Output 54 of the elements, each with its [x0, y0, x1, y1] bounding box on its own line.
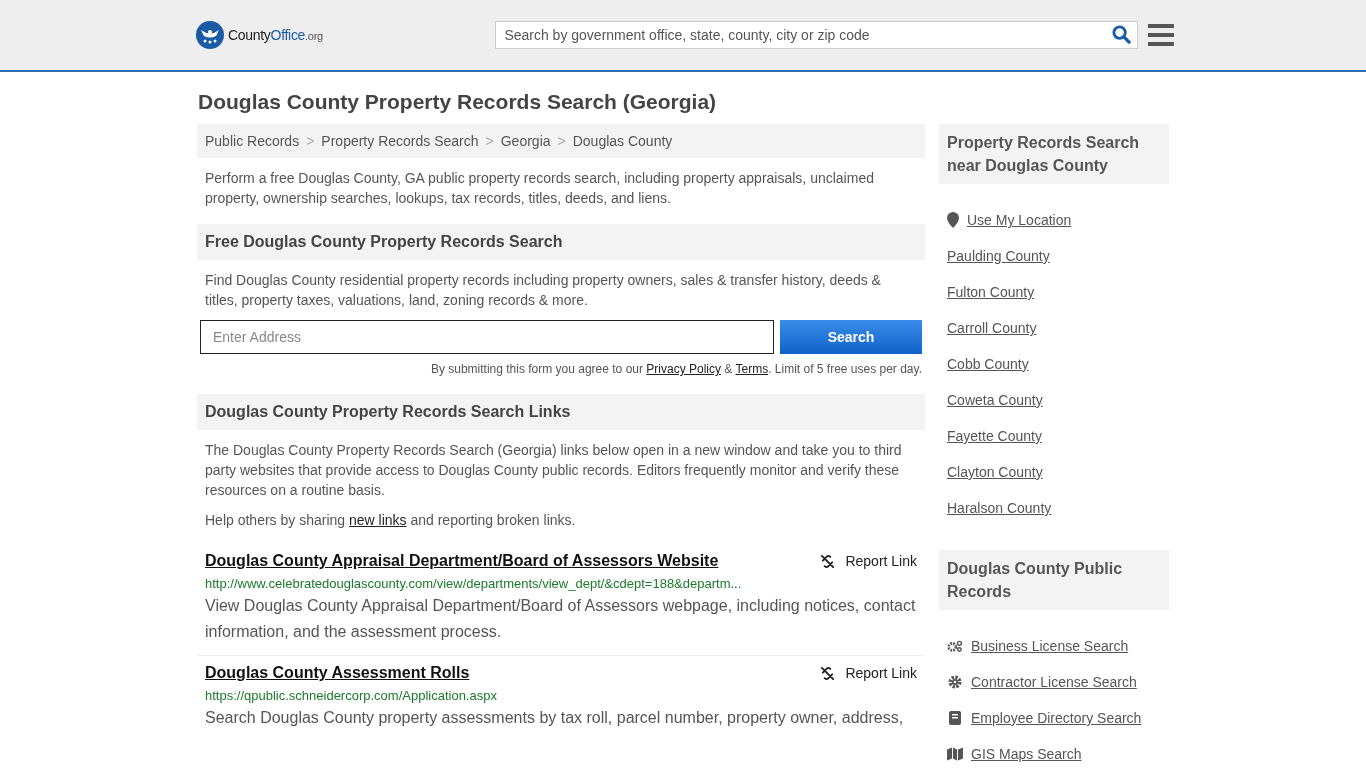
section-heading: Douglas County Property Records Search Links	[197, 394, 925, 430]
county-link[interactable]: Fayette County	[947, 428, 1042, 444]
county-link[interactable]: Clayton County	[947, 464, 1043, 480]
map-icon	[947, 747, 963, 761]
book-icon	[947, 711, 963, 725]
records-link[interactable]: Employee Directory Search	[971, 710, 1142, 726]
county-link[interactable]: Fulton County	[947, 284, 1035, 300]
section-text: Find Douglas County residential property records including property owners, sales & transfer history, deeds & titles, property taxes, valuations, land, zoning records & more.	[205, 271, 882, 310]
resource-url: https://qpublic.schneidercorp.com/Application.aspx	[205, 688, 498, 703]
breadcrumb-link[interactable]: Georgia	[500, 133, 551, 149]
logo-wordmark[interactable]: CountyOffice.org	[228, 27, 323, 43]
records-link[interactable]: GIS Maps Search	[971, 746, 1082, 762]
county-link[interactable]: Haralson County	[947, 500, 1052, 516]
section-text: The Douglas County Property Records Search (Georgia) links below open in a new window and take you to third party websites that provide access to Douglas County public records. Editors frequently monitor and verify these resources on a routine basis.	[205, 441, 903, 500]
breadcrumb-link[interactable]: Property Records Search	[321, 133, 479, 149]
breadcrumb-separator: >	[485, 133, 494, 149]
resource-link[interactable]: Douglas County Appraisal Department/Board of Assessors Website	[205, 552, 719, 570]
report-link-button[interactable]: Report Link	[820, 553, 917, 569]
gears-icon	[947, 639, 963, 653]
broken-link-icon	[820, 553, 836, 569]
help-text: Help others by sharing new links and reporting broken links.	[205, 511, 577, 530]
breadcrumb-separator: >	[557, 133, 566, 149]
address-field[interactable]: Enter Address	[200, 320, 774, 354]
resource-description: Search Douglas County property assessments by tax roll, parcel number, property owner, address,	[205, 708, 905, 728]
section-heading: Free Douglas County Property Records Search	[197, 224, 925, 260]
terms-text: By submitting this form you agree to our Privacy Policy & Terms. Limit of 5 free uses per day.	[430, 362, 922, 376]
intro-text: Perform a free Douglas County, GA public property records search, including property appraisals, unclaimed property, ownership searches, lookups, tax records, titles, deeds, and liens.	[205, 169, 875, 208]
county-link[interactable]: Cobb County	[947, 356, 1029, 372]
menu-icon[interactable]	[1148, 24, 1174, 46]
search-button[interactable]: Search	[780, 320, 922, 354]
resource-url: http://www.celebratedouglascounty.com/view/departments/view_dept/&cdept=188&departm...	[205, 576, 743, 591]
site-search-field[interactable]: Search by government office, state, county, city or zip code	[495, 21, 1139, 49]
records-link[interactable]: Contractor License Search	[971, 674, 1137, 690]
report-link-button[interactable]: Report Link	[820, 665, 917, 681]
broken-link-icon	[820, 665, 836, 681]
county-link[interactable]: Paulding County	[947, 248, 1050, 264]
sidebar-heading: Property Records Search near Douglas County	[939, 124, 1169, 184]
breadcrumb-link[interactable]: Public Records	[205, 133, 300, 149]
page-title: Douglas County Property Records Search (Georgia)	[198, 90, 718, 114]
resource-description: View Douglas County Appraisal Department/Board of Assessors webpage, including notices, contact information, and the assessment process.	[205, 596, 917, 642]
county-link[interactable]: Coweta County	[947, 392, 1043, 408]
logo-icon[interactable]	[196, 21, 224, 49]
breadcrumb-separator: >	[306, 133, 315, 149]
resource-link[interactable]: Douglas County Assessment Rolls	[205, 664, 470, 682]
use-location-link[interactable]: Use My Location	[967, 212, 1072, 228]
sidebar-heading: Douglas County Public Records	[939, 550, 1169, 610]
location-pin-icon	[947, 212, 959, 228]
new-links-link[interactable]: new links	[348, 512, 407, 528]
records-link[interactable]: Business License Search	[971, 638, 1129, 654]
search-icon[interactable]	[1112, 25, 1132, 44]
gear-icon	[947, 675, 963, 689]
county-link[interactable]: Carroll County	[947, 320, 1037, 336]
privacy-link[interactable]: Privacy Policy	[646, 362, 721, 376]
breadcrumb-link[interactable]: Douglas County	[572, 133, 673, 149]
